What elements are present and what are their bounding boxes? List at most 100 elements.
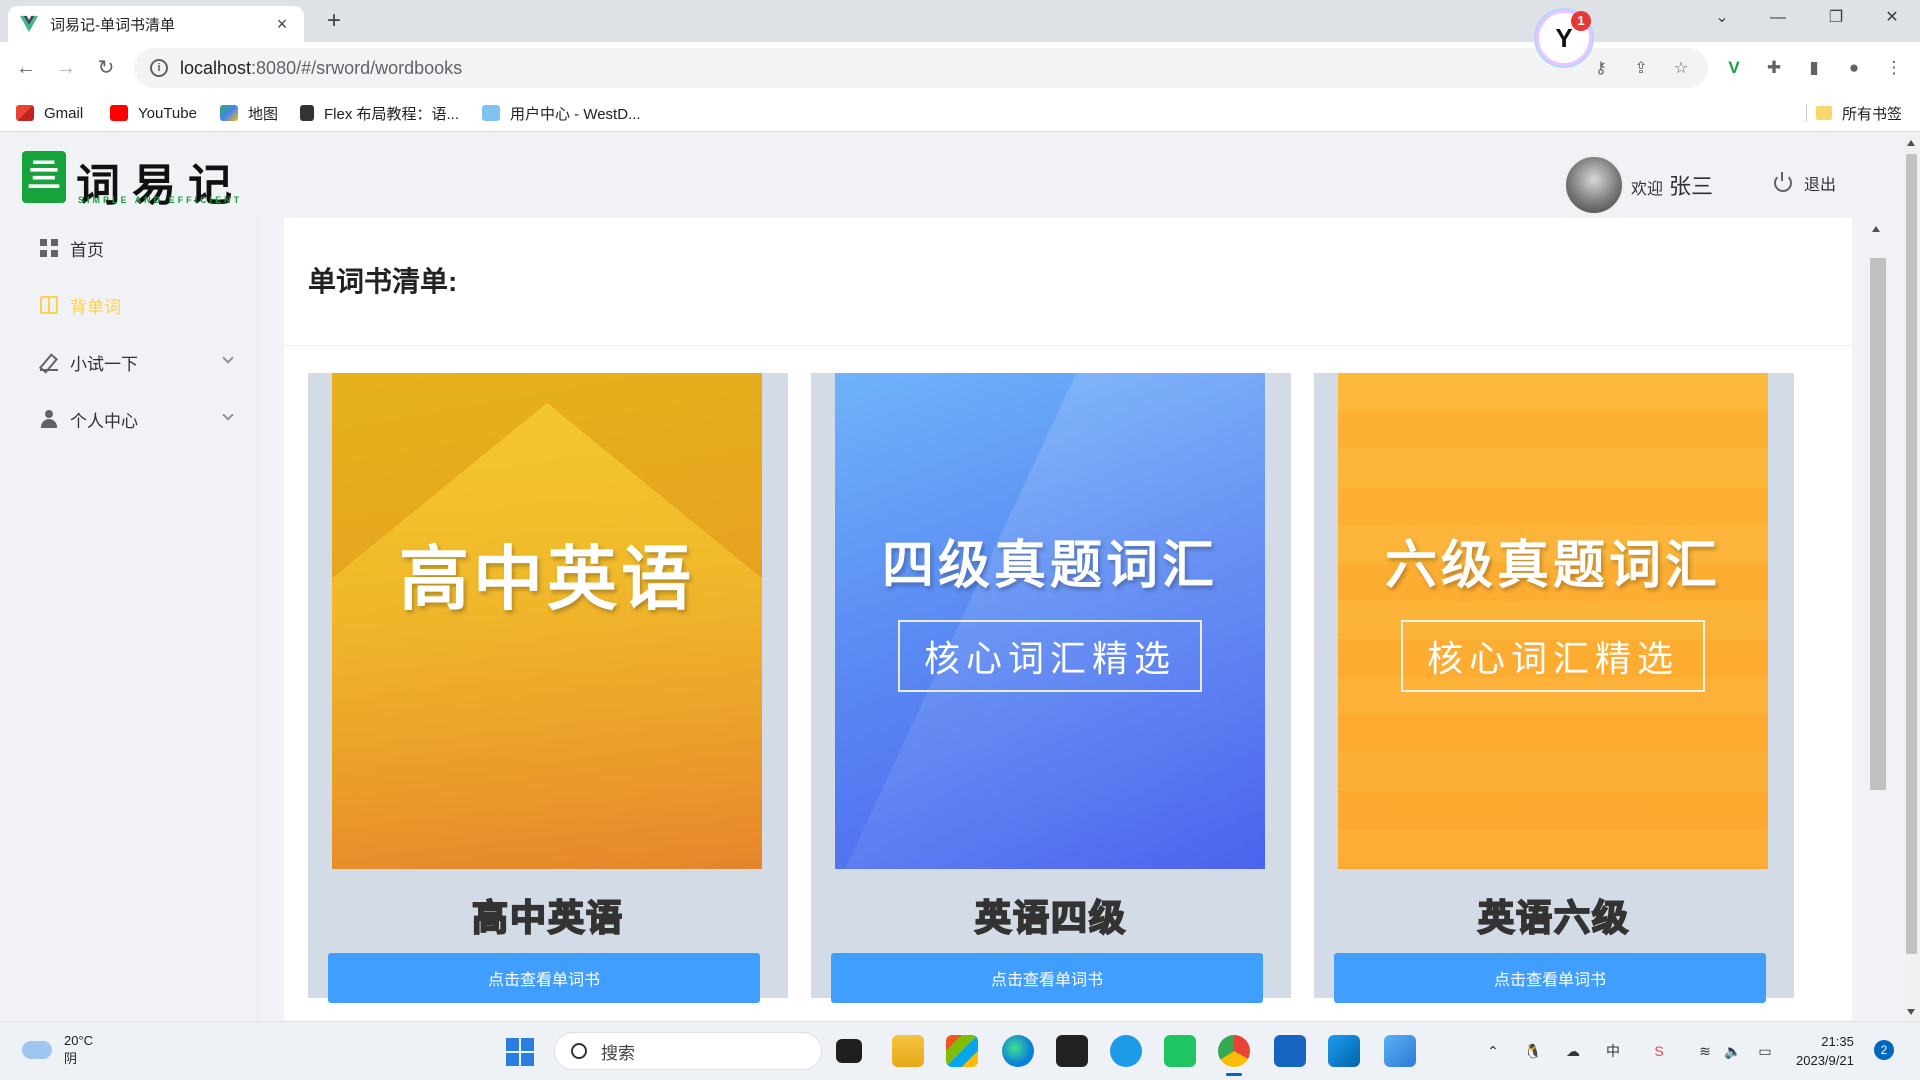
scroll-down-arrow[interactable] bbox=[1907, 1009, 1915, 1015]
cover-title: 四级真题词汇 bbox=[881, 535, 1218, 596]
bookmark-flex-tutorial[interactable]: Flex 布局教程：语... bbox=[300, 102, 459, 124]
book-cover-image[interactable]: 四级真题词汇 核心词汇精选 bbox=[835, 373, 1265, 869]
book-card-cet6: 六级真题词汇 核心词汇精选 英语六级 点击查看单词书 bbox=[1314, 373, 1794, 1003]
book-cover-image[interactable]: 六级真题词汇 核心词汇精选 bbox=[1338, 373, 1768, 869]
bookmark-youtube[interactable]: YouTube bbox=[110, 102, 197, 124]
book-cover-image[interactable]: 高中英语 bbox=[332, 373, 762, 869]
profile-icon[interactable]: ● bbox=[1842, 56, 1866, 80]
windows-taskbar: 20°C 阴 搜索 ⌃ 🐧 ☁ 中 S ≋ 🔈 ▭ 21:35 2023/9/2… bbox=[0, 1021, 1920, 1080]
chevron-up-icon[interactable]: ⌃ bbox=[1482, 1040, 1504, 1062]
power-icon bbox=[1774, 172, 1792, 192]
vue-devtools-icon[interactable]: V bbox=[1722, 56, 1746, 80]
scroll-up-arrow[interactable] bbox=[1907, 140, 1915, 146]
back-button[interactable]: ← bbox=[12, 54, 40, 82]
clock-date: 2023/9/21 bbox=[1796, 1053, 1854, 1068]
photos-icon[interactable] bbox=[1274, 1035, 1306, 1067]
welcome-label: 欢迎 bbox=[1631, 181, 1664, 198]
bookmarks-separator bbox=[1806, 104, 1807, 122]
minimize-button[interactable]: — bbox=[1750, 0, 1806, 36]
site-info-icon[interactable]: i bbox=[150, 59, 168, 77]
sidebar-item-memorize-words[interactable]: 背单词 bbox=[10, 277, 258, 333]
bookmark-maps[interactable]: 地图 bbox=[220, 102, 278, 124]
bookmark-label: YouTube bbox=[138, 104, 197, 122]
extensions-icon[interactable]: ✚ bbox=[1762, 56, 1786, 80]
reload-button[interactable]: ↻ bbox=[92, 54, 120, 82]
forward-button[interactable]: → bbox=[52, 54, 80, 82]
view-wordbook-button[interactable]: 点击查看单词书 bbox=[831, 953, 1263, 1003]
sidebar-menu: 首页 背单词 小试一下 个人中心 bbox=[10, 218, 258, 1021]
avatar[interactable] bbox=[1564, 155, 1624, 215]
wechat-files-icon[interactable] bbox=[1164, 1035, 1196, 1067]
chrome-icon[interactable] bbox=[1218, 1035, 1250, 1076]
view-wordbook-button[interactable]: 点击查看单词书 bbox=[328, 953, 760, 1003]
extension-popup-icon[interactable]: Y1 bbox=[1536, 10, 1592, 66]
microsoft-store-icon[interactable] bbox=[946, 1035, 978, 1067]
sidebar-item-quiz[interactable]: 小试一下 bbox=[10, 334, 258, 390]
chevron-down-icon bbox=[222, 409, 234, 421]
browser-menu-icon[interactable]: ⋮ bbox=[1882, 56, 1906, 80]
address-bar[interactable]: i localhost:8080/#/srword/wordbooks ⚷ ⇪ … bbox=[134, 48, 1708, 88]
cover-subtitle: 核心词汇精选 bbox=[1400, 620, 1705, 692]
book-name: 英语四级 bbox=[974, 897, 1127, 940]
page-title: 单词书清单: bbox=[308, 266, 458, 297]
taskbar-search-placeholder: 搜索 bbox=[601, 1043, 635, 1063]
volume-icon[interactable]: 🔈 bbox=[1722, 1040, 1744, 1062]
battery-icon[interactable]: ▭ bbox=[1754, 1040, 1776, 1062]
all-bookmarks-button[interactable]: 所有书签 bbox=[1816, 102, 1902, 124]
taskbar-search[interactable]: 搜索 bbox=[554, 1032, 822, 1070]
share-icon[interactable]: ⇪ bbox=[1630, 58, 1652, 80]
bookmark-label: Flex 布局教程：语... bbox=[324, 105, 460, 123]
scrollbar-thumb[interactable] bbox=[1906, 154, 1917, 954]
edge-icon[interactable] bbox=[1002, 1035, 1034, 1067]
system-clock[interactable]: 21:35 2023/9/21 bbox=[1796, 1032, 1854, 1070]
username: 张三 bbox=[1669, 174, 1714, 199]
close-window-button[interactable]: ✕ bbox=[1864, 0, 1920, 36]
onedrive-icon[interactable]: ☁ bbox=[1562, 1040, 1584, 1062]
bookmark-gmail[interactable]: Gmail bbox=[16, 102, 83, 124]
edit-icon bbox=[40, 353, 58, 371]
page-scrollbar[interactable] bbox=[1903, 134, 1920, 1021]
bookmark-westd[interactable]: 用户中心 - WestD... bbox=[482, 102, 641, 124]
qq-icon[interactable]: 🐧 bbox=[1522, 1040, 1544, 1062]
content-scrollbar-thumb[interactable] bbox=[1870, 258, 1886, 790]
sidebar-item-label: 背单词 bbox=[70, 297, 121, 317]
ie-icon[interactable] bbox=[1110, 1035, 1142, 1067]
sidebar-item-home[interactable]: 首页 bbox=[10, 220, 258, 276]
vscode-icon[interactable] bbox=[1328, 1035, 1360, 1067]
side-panel-icon[interactable]: ▮ bbox=[1802, 56, 1826, 80]
sidebar-item-label: 小试一下 bbox=[70, 354, 138, 374]
browser-tab-active[interactable]: 词易记-单词书清单 × bbox=[8, 6, 304, 42]
app-header: 亖 词易记 SIMPLE AND EFFICIENT 欢迎 张三 退出 bbox=[10, 145, 1903, 218]
password-key-icon[interactable]: ⚷ bbox=[1590, 58, 1612, 80]
youtube-icon bbox=[110, 105, 128, 121]
url-host: localhost bbox=[180, 57, 252, 78]
bookmarks-bar: Gmail YouTube 地图 Flex 布局教程：语... 用户中心 - W… bbox=[0, 94, 1920, 132]
file-explorer-icon[interactable] bbox=[892, 1035, 924, 1067]
task-view-icon[interactable] bbox=[836, 1039, 862, 1063]
wifi-icon[interactable]: ≋ bbox=[1694, 1040, 1716, 1062]
bookmark-star-icon[interactable]: ☆ bbox=[1670, 58, 1692, 80]
paint-icon[interactable] bbox=[1384, 1035, 1416, 1067]
logout-button[interactable]: 退出 bbox=[1774, 171, 1836, 195]
unity-hub-icon[interactable] bbox=[1056, 1035, 1088, 1067]
start-button[interactable] bbox=[506, 1038, 534, 1066]
view-wordbook-button[interactable]: 点击查看单词书 bbox=[1334, 953, 1766, 1003]
app-root: 亖 词易记 SIMPLE AND EFFICIENT 欢迎 张三 退出 首页 背… bbox=[10, 145, 1903, 1021]
content-scroll-up-arrow[interactable] bbox=[1866, 210, 1886, 250]
logo-icon: 亖 bbox=[22, 151, 66, 203]
ime-icon[interactable]: 中 bbox=[1602, 1040, 1624, 1062]
weather-widget[interactable]: 20°C 阴 bbox=[22, 1032, 93, 1068]
book-card-high-school: 高中英语 高中英语 点击查看单词书 bbox=[308, 373, 788, 1003]
weather-condition: 阴 bbox=[64, 1051, 78, 1066]
new-tab-button[interactable]: + bbox=[320, 8, 348, 36]
sogou-icon[interactable]: S bbox=[1648, 1040, 1670, 1062]
tab-close-icon[interactable]: × bbox=[272, 14, 292, 35]
extension-badge-count: 1 bbox=[1571, 11, 1591, 31]
tab-search-chevron-icon[interactable]: ⌄ bbox=[1694, 0, 1750, 36]
logo-subtitle: SIMPLE AND EFFICIENT bbox=[78, 195, 243, 205]
browser-tab-strip: 词易记-单词书清单 × + ⌄ — ❐ ✕ bbox=[0, 0, 1920, 42]
all-bookmarks-label: 所有书签 bbox=[1842, 105, 1903, 123]
notification-badge[interactable]: 2 bbox=[1874, 1040, 1894, 1060]
sidebar-item-personal-center[interactable]: 个人中心 bbox=[10, 391, 258, 447]
restore-button[interactable]: ❐ bbox=[1808, 0, 1864, 36]
